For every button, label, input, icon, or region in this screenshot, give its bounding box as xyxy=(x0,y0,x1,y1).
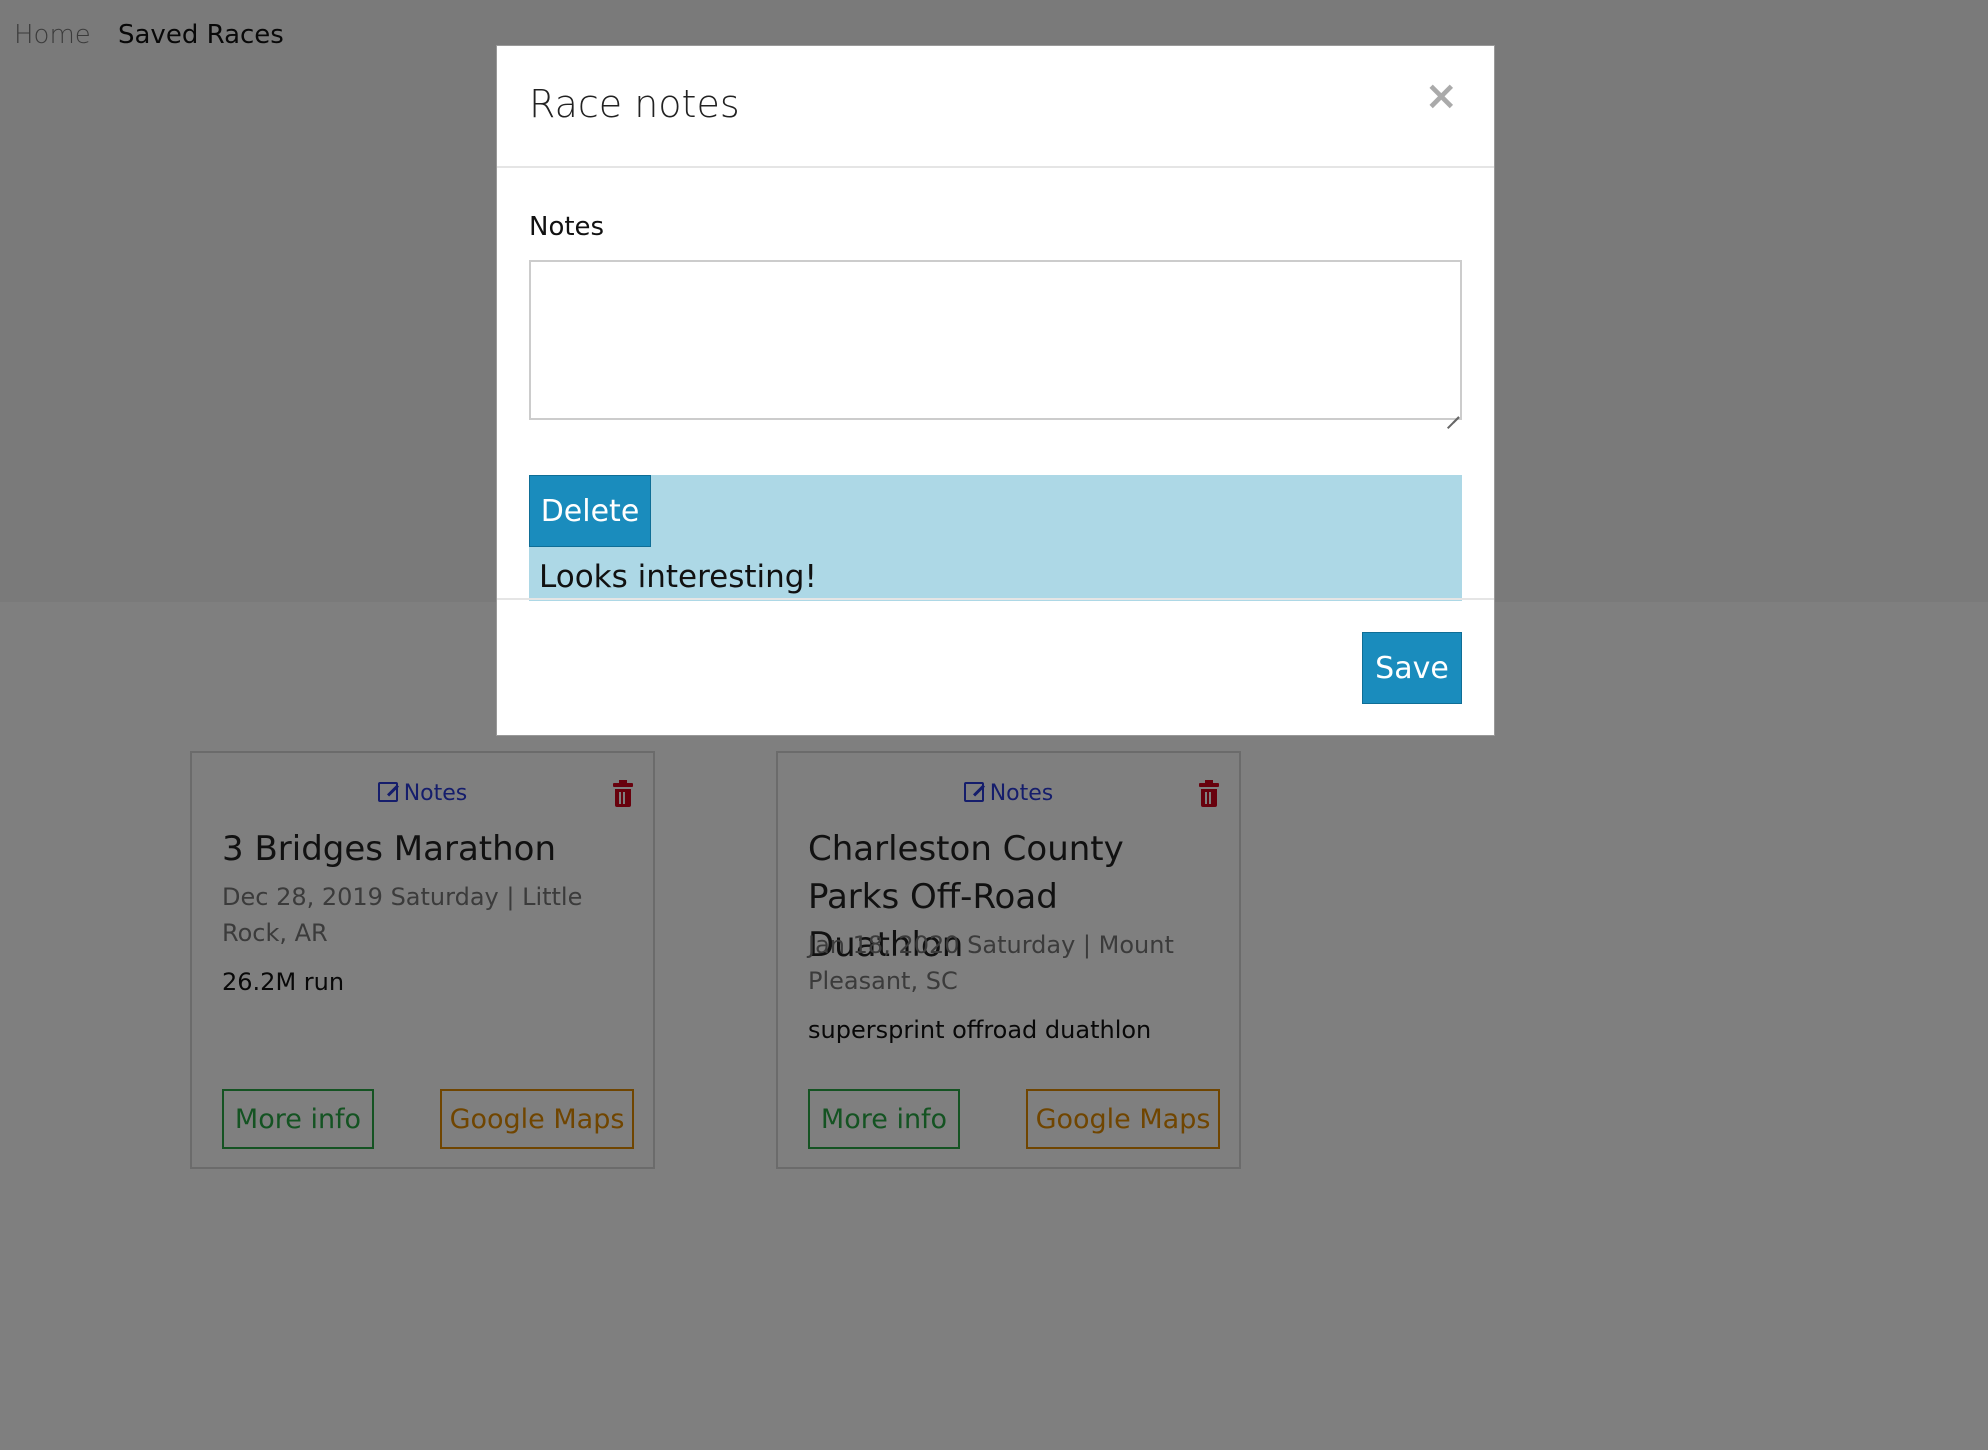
modal-header: Race notes × xyxy=(497,46,1494,168)
race-notes-modal: Race notes × Notes Delete Looks interest… xyxy=(496,45,1495,736)
notes-textarea[interactable] xyxy=(529,260,1462,420)
modal-title: Race notes xyxy=(529,82,740,126)
notes-label: Notes xyxy=(529,212,605,242)
saved-note: Delete Looks interesting! xyxy=(529,475,1462,601)
saved-note-text: Looks interesting! xyxy=(539,559,817,595)
close-icon[interactable]: × xyxy=(1424,76,1458,116)
delete-note-button[interactable]: Delete xyxy=(529,475,651,547)
resize-grip-icon[interactable] xyxy=(1447,406,1459,418)
save-button[interactable]: Save xyxy=(1362,632,1462,704)
modal-footer: Save xyxy=(497,598,1494,737)
